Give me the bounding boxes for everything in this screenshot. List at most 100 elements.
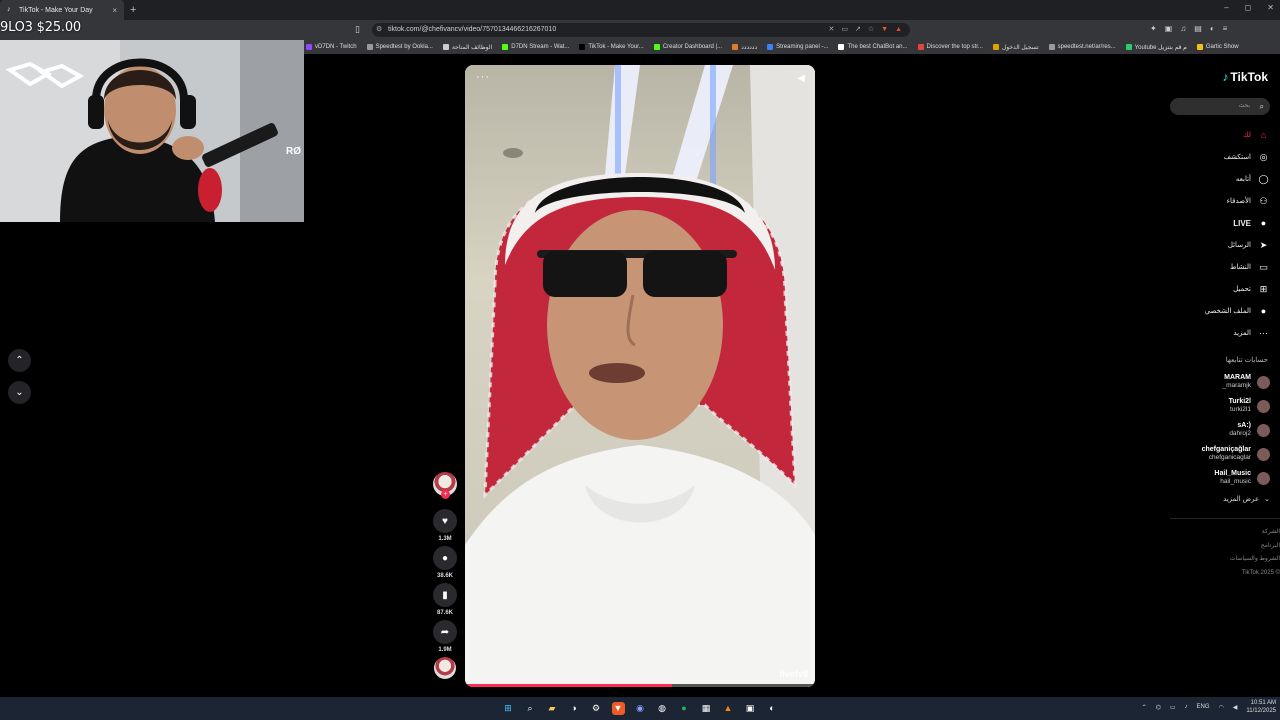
bookmark-item[interactable]: Streaming panel -... [767, 44, 828, 50]
sidebar-item[interactable]: لك ⌂ [1243, 124, 1270, 146]
star-icon[interactable]: ☆ [868, 23, 874, 37]
sidebar-item[interactable]: LIVE ● [1233, 212, 1270, 234]
bookmark-item[interactable]: Discover the top str... [917, 44, 983, 50]
bookmark-item[interactable]: Speedtest by Ookla... [366, 44, 433, 50]
obs-icon[interactable]: ◍ [656, 702, 669, 715]
bookmark-item[interactable]: الوظائف المتاحة [442, 44, 492, 51]
wifi-icon[interactable]: ◠ [1219, 704, 1224, 711]
following-account[interactable]: sA:) dahroj2 [1229, 418, 1270, 442]
like-button[interactable]: ♥ [433, 509, 457, 533]
menu-icon[interactable]: ≡ [1223, 24, 1228, 33]
site-info-icon[interactable]: ⚙ [376, 23, 382, 37]
extension-icon[interactable]: ✦ [1150, 24, 1157, 33]
video-player[interactable]: ··· ◀ fivefv8 [465, 65, 815, 687]
brave-browser-icon[interactable]: ▼ [611, 702, 625, 715]
sidebar-item[interactable]: استكشف ◎ [1224, 146, 1270, 168]
browser-tab[interactable]: ♪ TikTok - Make Your Day × [0, 0, 124, 20]
friends-icon: ⚇ [1259, 195, 1268, 206]
wallet-icon[interactable]: ▣ [1165, 24, 1173, 33]
brave-rewards-icon[interactable]: ▲ [895, 23, 902, 37]
sidebar-item[interactable]: المزيد ··· [1233, 322, 1270, 344]
search-icon[interactable]: ⌕ [1260, 98, 1264, 115]
sidebar-item[interactable]: أتابعه ◯ [1236, 168, 1270, 190]
mic-icon[interactable]: ♪ [1185, 704, 1188, 710]
brave-shield-icon[interactable]: ▼ [881, 23, 888, 37]
bookmark-item[interactable]: speedtest.net/ar/res... [1048, 44, 1116, 50]
sidebar-item[interactable]: النشاط ▭ [1230, 256, 1270, 278]
bookmark-favicon-icon [838, 44, 845, 50]
next-video-button[interactable]: ⌄ [8, 381, 31, 404]
sidebar-item[interactable]: تحميل ⊞ [1233, 278, 1270, 300]
search-taskbar-icon[interactable]: ⌕ [524, 702, 537, 715]
following-display-name: MARAM [1224, 374, 1251, 381]
footer-link[interactable]: TikTok 2025 © [1230, 567, 1280, 581]
system-clock[interactable]: 10:51 AM 11/12/2025 [1246, 699, 1276, 715]
sidebar-item[interactable]: الرسائل ➤ [1228, 234, 1270, 256]
bookmark-icon[interactable]: ▯ [355, 24, 360, 35]
bookmark-item[interactable]: دددددد [732, 44, 757, 51]
following-account[interactable]: Turki2l turki2l1 [1229, 394, 1270, 418]
language-indicator[interactable]: ENG [1197, 704, 1210, 710]
footer-link[interactable]: البرنامج [1230, 540, 1280, 554]
bookmark-item[interactable]: D7DN Stream - Wat... [502, 44, 569, 50]
volume-icon[interactable]: ◀ [1233, 704, 1238, 711]
save-button[interactable]: ▮ [433, 583, 457, 607]
bookmark-item[interactable]: vD7DN - Twitch [306, 44, 357, 50]
file-explorer-icon[interactable]: ▰ [546, 702, 559, 715]
maximize-button[interactable]: ◻ [1245, 3, 1252, 12]
terminal-icon[interactable]: ▣ [744, 702, 757, 715]
discord-icon[interactable]: ◉ [634, 702, 647, 715]
comment-button[interactable]: ● [433, 546, 457, 570]
share-button[interactable]: ➦ [433, 620, 457, 644]
follow-plus-icon[interactable]: + [441, 490, 450, 499]
following-account-names: chefganiçağlar chefganicaglar [1202, 446, 1251, 462]
tab-title: TikTok - Make Your Day [19, 6, 93, 14]
windows-start-icon[interactable]: ⊞ [502, 702, 515, 715]
bookmark-item[interactable]: The best ChatBot an... [838, 44, 908, 50]
sidebar-toggle-icon[interactable]: ▤ [1194, 24, 1202, 33]
tiktok-logo[interactable]: ♪ TikTok [1222, 70, 1268, 84]
footer-link[interactable]: الشركة [1230, 526, 1280, 540]
footer-link[interactable]: الشروط والسياسات [1230, 553, 1280, 567]
chevron-up-icon[interactable]: ⌃ [1142, 704, 1147, 711]
bookmark-item[interactable]: تسجيل الدخول [992, 44, 1039, 51]
new-tab-button[interactable]: + [130, 4, 136, 16]
settings-icon[interactable]: ⚙ [590, 702, 603, 715]
bookmark-item[interactable]: Creator Dashboard |... [653, 44, 722, 50]
sidebar-item[interactable]: الأصدقاء ⚇ [1227, 190, 1270, 212]
minimize-button[interactable]: – [1224, 3, 1228, 12]
previous-video-button[interactable]: ⌃ [8, 349, 31, 372]
bookmark-item[interactable]: TikTok - Make Your... [579, 44, 644, 50]
url-field[interactable]: ⚙ tiktok.com/@chefivancv/video/757013446… [372, 23, 910, 37]
video-more-options-icon[interactable]: ··· [476, 71, 490, 83]
close-window-button[interactable]: ✕ [1267, 3, 1274, 12]
volume-icon[interactable]: ◀ [797, 73, 805, 84]
close-tab-icon[interactable]: × [112, 6, 117, 15]
following-account[interactable]: Hail_Music hail_music [1214, 466, 1270, 490]
spotify-icon[interactable]: ● [678, 702, 691, 715]
bookmark-item[interactable]: Youtube م قم بتنزيل [1125, 44, 1187, 51]
creator-avatar[interactable]: + [433, 472, 457, 499]
bookmark-item[interactable]: Gartic Show [1196, 44, 1239, 50]
music-icon[interactable]: ♫ [1180, 24, 1186, 33]
sidebar-item[interactable]: الملف الشخصي ● [1205, 300, 1270, 322]
video-progress-bar[interactable] [465, 684, 815, 687]
app-icon[interactable]: ▦ [700, 702, 713, 715]
vlc-icon[interactable]: ▲ [722, 702, 735, 715]
following-account[interactable]: chefganiçağlar chefganicaglar [1202, 442, 1270, 466]
profile-icon[interactable]: ◐ [1210, 24, 1215, 33]
bookmark-favicon-icon [1196, 44, 1203, 50]
battery-icon[interactable]: ▭ [1170, 704, 1176, 711]
show-more-button[interactable]: عرض المزيد ⌄ [1223, 492, 1270, 506]
network-icon[interactable]: ⌬ [1156, 704, 1161, 711]
app-icon[interactable]: ◐ [766, 702, 779, 715]
mute-icon[interactable]: ✕ [828, 23, 834, 37]
music-disc-avatar[interactable] [434, 657, 456, 679]
following-account[interactable]: MARAM _maramjk [1222, 370, 1270, 394]
search-input[interactable]: بحث ⌕ [1170, 98, 1270, 115]
share-icon[interactable]: ↗ [855, 23, 861, 37]
app-icon[interactable]: ◑ [568, 702, 581, 715]
profile-icon: ● [1260, 306, 1267, 316]
avatar [1257, 423, 1270, 437]
cast-icon[interactable]: ▭ [841, 23, 848, 37]
